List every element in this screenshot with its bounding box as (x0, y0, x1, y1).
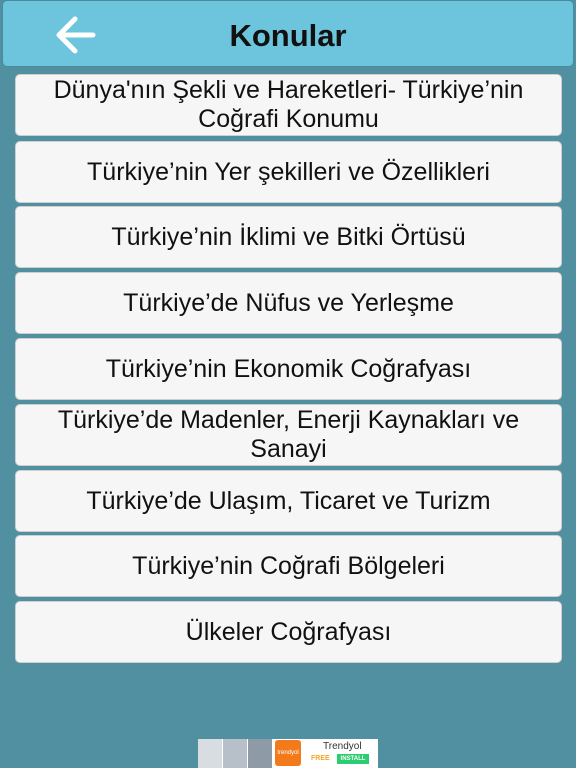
topic-item-1[interactable]: Dünya'nın Şekli ve Hareketleri- Türkiye’… (15, 74, 562, 136)
trendyol-logo: trendyol (275, 740, 301, 766)
ad-banner[interactable]: trendyol Trendyol FREE INSTALL (198, 739, 378, 768)
ad-free-label: FREE (311, 755, 330, 762)
header-bar: Konular (2, 0, 574, 67)
topic-item-9[interactable]: Ülkeler Coğrafyası (15, 601, 562, 663)
ad-product-images (198, 739, 273, 768)
ad-install-button[interactable]: INSTALL (337, 754, 369, 764)
ad-product-image (248, 739, 273, 768)
page-title: Konular (229, 18, 347, 53)
ad-product-image (223, 739, 248, 768)
ad-app-name: Trendyol (323, 741, 362, 752)
ad-product-image (198, 739, 223, 768)
topic-item-4[interactable]: Türkiye’de Nüfus ve Yerleşme (15, 272, 562, 334)
topic-item-2[interactable]: Türkiye’nin Yer şekilleri ve Özellikleri (15, 141, 562, 203)
ad-info: Trendyol FREE INSTALL (303, 739, 378, 768)
topic-item-5[interactable]: Türkiye’nin Ekonomik Coğrafyası (15, 338, 562, 400)
topic-item-6[interactable]: Türkiye’de Madenler, Enerji Kaynakları v… (15, 404, 562, 466)
topic-item-7[interactable]: Türkiye’de Ulaşım, Ticaret ve Turizm (15, 470, 562, 532)
topic-item-3[interactable]: Türkiye’nin İklimi ve Bitki Örtüsü (15, 206, 562, 268)
topic-item-8[interactable]: Türkiye’nin Coğrafi Bölgeleri (15, 535, 562, 597)
